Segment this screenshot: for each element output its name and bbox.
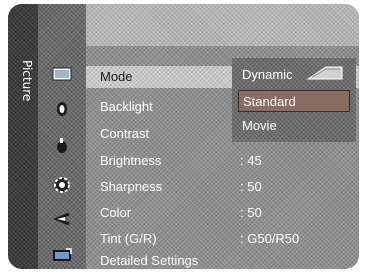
menu-item-label: Mode xyxy=(100,69,133,84)
dropdown-arrow-icon xyxy=(306,66,343,80)
header-band xyxy=(86,4,359,46)
tab-picture-label: Picture xyxy=(20,60,34,102)
picture-icon[interactable] xyxy=(51,65,73,83)
menu-item-detailed-settings[interactable]: Detailed Settings xyxy=(86,250,359,269)
menu-category-tab[interactable]: Picture xyxy=(8,4,38,269)
menu-item-value: : G50/R50 xyxy=(240,231,300,246)
menu-item-label: Color xyxy=(100,205,132,220)
mode-dropdown: Dynamic Standard Movie xyxy=(232,58,356,142)
menu-item-brightness[interactable]: Brightness : 45 xyxy=(86,150,359,172)
menu-item-label: Contrast xyxy=(100,126,150,141)
mode-option-movie[interactable]: Movie xyxy=(238,115,350,137)
input-icon[interactable] xyxy=(51,210,73,228)
menu-item-label: Backlight xyxy=(100,99,153,114)
menu-item-value: : 50 xyxy=(240,179,262,194)
sound-icon[interactable] xyxy=(51,100,73,118)
menu-item-label: Sharpness xyxy=(100,179,163,194)
menu-item-label: Tint (G/R) xyxy=(100,231,157,246)
menu-item-label: Detailed Settings xyxy=(100,253,199,268)
menu-item-color[interactable]: Color : 50 xyxy=(86,202,359,224)
menu-item-sharpness[interactable]: Sharpness : 50 xyxy=(86,176,359,198)
menu-item-value: : 45 xyxy=(240,153,262,168)
menu-item-value: : 50 xyxy=(240,205,262,220)
menu-item-tint[interactable]: Tint (G/R) : G50/R50 xyxy=(86,228,359,250)
channel-icon[interactable] xyxy=(51,137,73,155)
mode-option-standard[interactable]: Standard xyxy=(238,90,350,112)
menu-icon-column xyxy=(38,4,86,269)
support-icon[interactable] xyxy=(51,246,73,264)
setup-icon[interactable] xyxy=(51,176,73,194)
menu-item-label: Brightness xyxy=(100,153,162,168)
